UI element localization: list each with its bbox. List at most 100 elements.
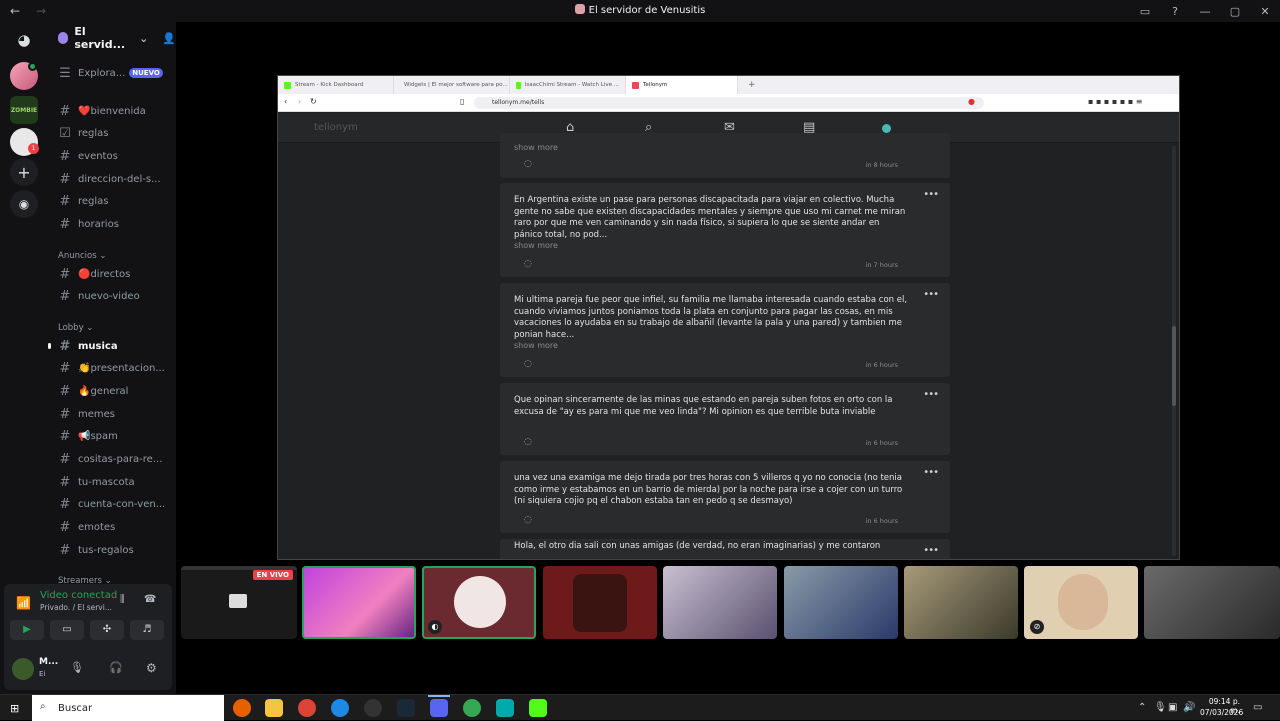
add-server-icon[interactable]: + <box>10 158 38 186</box>
channel-item[interactable]: # tu-mascota <box>56 472 172 492</box>
comment-icon[interactable]: ◌ <box>524 259 532 269</box>
channel-item[interactable]: # emotes <box>56 518 172 538</box>
channel-item[interactable]: # memes <box>56 404 172 424</box>
invite-people-icon[interactable]: 👤 <box>162 32 176 45</box>
browser-tab[interactable]: Tellonym <box>626 76 738 94</box>
comment-icon[interactable]: ◌ <box>524 515 532 525</box>
show-more-link[interactable]: show more <box>514 143 558 152</box>
forward-arrow-icon[interactable]: → <box>36 4 52 18</box>
disconnect-icon[interactable]: ☎ <box>144 594 156 605</box>
reload-icon[interactable]: ↻ <box>310 97 317 106</box>
chrome-profile-icon[interactable] <box>463 699 481 717</box>
feed-scrollbar[interactable] <box>1172 146 1176 556</box>
stream-tile-participant[interactable] <box>543 566 657 639</box>
camera-button[interactable]: ▶ <box>10 620 44 640</box>
kick-icon[interactable] <box>529 699 547 717</box>
help-icon[interactable]: ? <box>1160 5 1190 18</box>
toolbar-icons[interactable]: ▪ ▪ ▪ ▪ ▪ ▪ ≡ <box>1088 97 1143 106</box>
clock-date[interactable]: 07/03/2026 <box>1200 708 1243 717</box>
stream-tile-participant[interactable] <box>904 566 1018 639</box>
profile-avatar[interactable] <box>882 124 891 133</box>
forward-icon[interactable]: › <box>298 97 301 106</box>
volume-icon[interactable]: 🔊 <box>1183 702 1195 713</box>
stream-tile-participant[interactable] <box>302 566 416 639</box>
browser-tab[interactable]: Widgets | El mejor software para po... <box>394 76 510 94</box>
ccleaner-icon[interactable] <box>331 699 349 717</box>
back-icon[interactable]: ‹ <box>284 97 287 106</box>
channel-item[interactable]: # 🔴directos <box>56 264 172 284</box>
bookmark-icon[interactable]: ▯ <box>460 97 464 106</box>
show-more-link[interactable]: show more <box>514 341 558 350</box>
channel-item[interactable]: # cositas-para-re... <box>56 450 172 470</box>
tellonym-logo[interactable]: tellonym <box>314 122 358 133</box>
scrollbar-thumb[interactable] <box>1172 326 1176 406</box>
microphone-tray-icon[interactable]: 🎙 <box>1154 702 1167 713</box>
more-options-icon[interactable]: ••• <box>923 389 939 400</box>
voice-detail[interactable]: Privado. / El servi... <box>40 603 112 612</box>
server-header[interactable]: El servid... ⌄ 👤 <box>48 22 176 54</box>
comment-icon[interactable]: ◌ <box>524 437 532 447</box>
stream-tile-participant[interactable] <box>663 566 777 639</box>
show-more-link[interactable]: show more <box>514 241 558 250</box>
channel-item[interactable]: # musica <box>56 336 172 356</box>
soundboard-button[interactable]: ♬ <box>130 620 164 640</box>
app-icon[interactable] <box>496 699 514 717</box>
network-icon[interactable]: ▣ <box>1168 702 1177 713</box>
explore-item[interactable]: ☰ Explora... NUEVO <box>56 63 172 83</box>
firefox-icon[interactable] <box>233 699 251 717</box>
inbox-icon[interactable]: ▭ <box>1130 5 1160 18</box>
channel-item[interactable]: # 🔥general <box>56 381 172 401</box>
channel-item[interactable]: # tus-regalos <box>56 540 172 560</box>
comment-icon[interactable]: ◌ <box>524 359 532 369</box>
close-icon[interactable]: ✕ <box>1250 5 1280 18</box>
stream-tile-screen[interactable]: EN VIVO <box>181 566 297 639</box>
channel-item[interactable]: # reglas <box>56 192 172 212</box>
more-options-icon[interactable]: ••• <box>923 189 939 200</box>
stream-tile-participant[interactable] <box>784 566 898 639</box>
minimize-icon[interactable]: — <box>1190 5 1220 18</box>
channel-item[interactable]: # eventos <box>56 146 172 166</box>
stream-tile-participant[interactable]: ◐ <box>422 566 536 639</box>
category-lobby[interactable]: Lobby ⌄ <box>58 323 93 333</box>
maximize-icon[interactable]: ▢ <box>1220 5 1250 18</box>
extension-icon[interactable]: ● <box>968 97 975 106</box>
channel-item[interactable]: # direccion-del-s... <box>56 169 172 189</box>
channel-item[interactable]: # nuevo-video <box>56 287 172 307</box>
channel-item[interactable]: # 👏presentacion... <box>56 359 172 379</box>
show-hidden-icons[interactable]: ⌃ <box>1138 702 1146 713</box>
more-options-icon[interactable]: ••• <box>923 545 939 556</box>
user-avatar[interactable] <box>12 658 34 680</box>
server-zombie-icon[interactable]: ZOMBIE <box>10 96 38 124</box>
stream-tile-participant[interactable] <box>1144 566 1280 639</box>
new-tab-icon[interactable]: + <box>748 80 756 90</box>
obs-icon[interactable] <box>364 699 382 717</box>
screen-share-button[interactable]: ▭ <box>50 620 84 640</box>
steam-icon[interactable] <box>397 699 415 717</box>
back-arrow-icon[interactable]: ← <box>10 4 26 18</box>
chrome-icon[interactable] <box>298 699 316 717</box>
activities-button[interactable]: ✣ <box>90 620 124 640</box>
category-anuncios[interactable]: Anuncios ⌄ <box>58 251 106 261</box>
stream-tile-participant[interactable]: ⊘ <box>1024 566 1138 639</box>
channel-item[interactable]: # 📢spam <box>56 427 172 447</box>
explore-compass-icon[interactable]: ◉ <box>10 190 38 218</box>
discord-home-icon[interactable]: ◕ <box>10 26 38 54</box>
channel-item[interactable]: # horarios <box>56 215 172 235</box>
discord-icon[interactable] <box>430 699 448 717</box>
settings-gear-icon[interactable]: ⚙ <box>146 661 157 675</box>
address-input[interactable]: tellonym.me/tells <box>474 97 984 109</box>
file-explorer-icon[interactable] <box>265 699 283 717</box>
windows-start-icon[interactable]: ⊞ <box>10 702 19 715</box>
comment-icon[interactable]: ◌ <box>524 159 532 169</box>
browser-tab[interactable]: Stream - Kick Dashboard <box>278 76 394 94</box>
browser-tab[interactable]: IsaacChimi Stream - Watch Live ... <box>510 76 626 94</box>
channel-item[interactable]: # ❤️bienvenida <box>56 101 172 121</box>
more-options-icon[interactable]: ••• <box>923 467 939 478</box>
headphones-icon[interactable]: 🎧 <box>109 661 123 674</box>
channel-item[interactable]: # cuenta-con-ven... <box>56 495 172 515</box>
channel-item[interactable]: ☑ reglas <box>56 124 172 144</box>
more-options-icon[interactable]: ••• <box>923 289 939 300</box>
noise-suppression-icon[interactable]: ⫼ <box>120 594 125 605</box>
notifications-icon[interactable]: ▭ <box>1253 702 1262 713</box>
microphone-icon[interactable]: 🎙 <box>70 661 84 674</box>
